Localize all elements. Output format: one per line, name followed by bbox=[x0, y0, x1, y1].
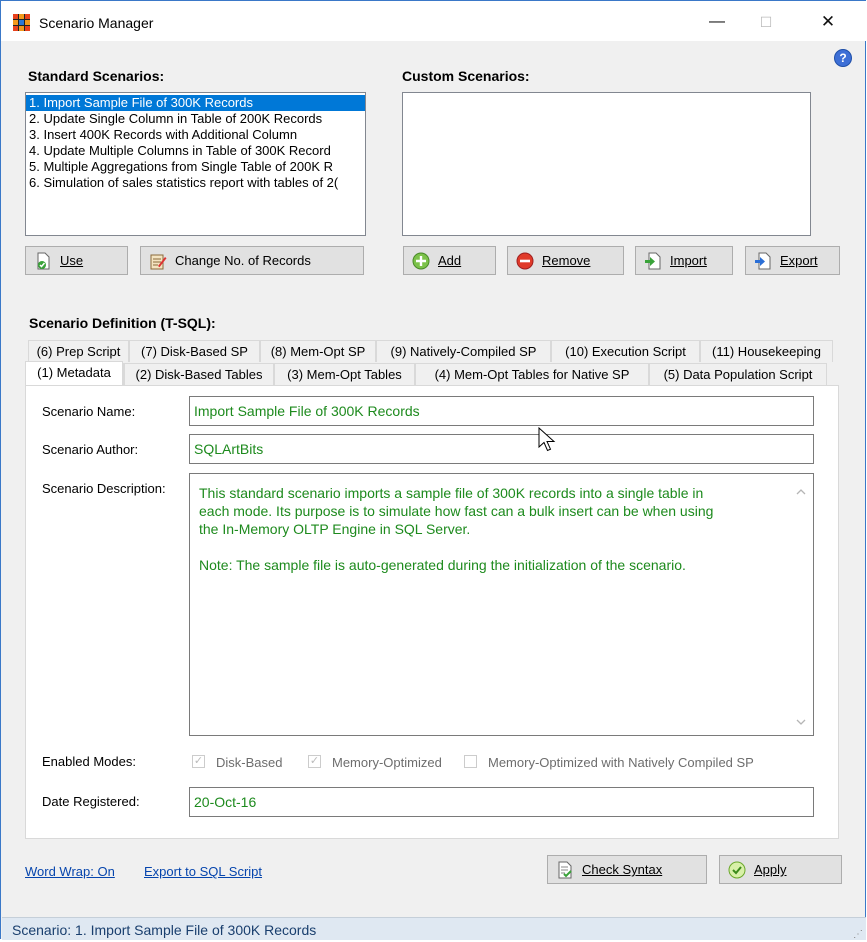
scenario-name-label: Scenario Name: bbox=[42, 404, 136, 419]
title-bar[interactable]: Scenario Manager — ☐ ✕ bbox=[1, 1, 866, 41]
maximize-icon: ☐ bbox=[759, 13, 773, 30]
apply-button[interactable]: Apply bbox=[719, 855, 842, 884]
remove-button[interactable]: Remove bbox=[507, 246, 624, 275]
tab-disk-based-tables[interactable]: (2) Disk-Based Tables bbox=[124, 363, 274, 385]
standard-scenario-item[interactable]: 1. Import Sample File of 300K Records bbox=[26, 95, 365, 111]
add-button[interactable]: Add bbox=[403, 246, 496, 275]
use-button[interactable]: Use bbox=[25, 246, 128, 275]
maximize-button[interactable]: ☐ bbox=[743, 7, 789, 37]
remove-label: Remove bbox=[542, 253, 591, 268]
scenario-manager-window: Scenario Manager — ☐ ✕ ? Standard Scenar… bbox=[0, 0, 866, 940]
tab-natively-compiled-sp[interactable]: (9) Natively-Compiled SP bbox=[376, 340, 551, 362]
tab-housekeeping[interactable]: (11) Housekeeping bbox=[700, 340, 833, 362]
apply-icon bbox=[728, 861, 746, 879]
memory-optimized-checkbox[interactable]: ✓ bbox=[308, 755, 321, 768]
description-scrollbar[interactable] bbox=[790, 479, 812, 735]
standard-scenario-item[interactable]: 2. Update Single Column in Table of 200K… bbox=[26, 111, 365, 127]
standard-scenario-item[interactable]: 5. Multiple Aggregations from Single Tab… bbox=[26, 159, 365, 175]
custom-scenarios-header: Custom Scenarios: bbox=[402, 68, 530, 84]
enabled-modes-label: Enabled Modes: bbox=[42, 754, 136, 769]
tab-row-top: (6) Prep Script (7) Disk-Based SP (8) Me… bbox=[25, 340, 839, 362]
check-syntax-icon bbox=[556, 861, 574, 879]
disk-based-checkbox[interactable]: ✓ bbox=[192, 755, 205, 768]
check-syntax-label: Check Syntax bbox=[582, 862, 663, 877]
description-line: Note: The sample file is auto-generated … bbox=[199, 557, 686, 573]
tab-mem-opt-tables[interactable]: (3) Mem-Opt Tables bbox=[274, 363, 415, 385]
description-line: each mode. Its purpose is to simulate ho… bbox=[199, 503, 714, 519]
date-registered-field[interactable]: 20-Oct-16 bbox=[189, 787, 814, 817]
window-title: Scenario Manager bbox=[39, 15, 154, 31]
custom-scenarios-list[interactable] bbox=[402, 92, 811, 236]
resize-grip-icon[interactable]: ⋰ bbox=[853, 929, 863, 940]
standard-scenarios-list[interactable]: 1. Import Sample File of 300K Records 2. … bbox=[25, 92, 366, 236]
scenario-description-label: Scenario Description: bbox=[42, 481, 166, 496]
close-icon: ✕ bbox=[820, 12, 836, 31]
export-label: Export bbox=[780, 253, 818, 268]
description-line bbox=[199, 538, 783, 556]
description-line: This standard scenario imports a sample … bbox=[199, 485, 704, 501]
definition-header: Scenario Definition (T-SQL): bbox=[29, 315, 216, 331]
check-syntax-button[interactable]: Check Syntax bbox=[547, 855, 707, 884]
disk-based-label: Disk-Based bbox=[216, 755, 283, 770]
tab-row-bottom: (2) Disk-Based Tables (3) Mem-Opt Tables… bbox=[25, 361, 839, 385]
export-icon bbox=[754, 252, 772, 270]
standard-scenario-item[interactable]: 3. Insert 400K Records with Additional C… bbox=[26, 127, 365, 143]
minimize-button[interactable]: — bbox=[694, 7, 740, 37]
scenario-author-field[interactable]: SQLArtBits bbox=[189, 434, 814, 464]
scenario-author-label: Scenario Author: bbox=[42, 442, 139, 457]
natively-compiled-label: Memory-Optimized with Natively Compiled … bbox=[488, 755, 754, 770]
change-records-label: Change No. of Records bbox=[175, 253, 311, 268]
edit-doc-icon bbox=[149, 252, 167, 270]
status-bar: Scenario: 1. Import Sample File of 300K … bbox=[2, 917, 866, 940]
import-button[interactable]: Import bbox=[635, 246, 733, 275]
app-icon bbox=[13, 14, 30, 31]
tab-mem-opt-sp[interactable]: (8) Mem-Opt SP bbox=[260, 340, 376, 362]
change-records-button[interactable]: Change No. of Records bbox=[140, 246, 364, 275]
standard-scenario-item[interactable]: 4. Update Multiple Columns in Table of 3… bbox=[26, 143, 365, 159]
close-button[interactable]: ✕ bbox=[805, 7, 851, 37]
tab-prep-script[interactable]: (6) Prep Script bbox=[28, 340, 129, 362]
date-registered-label: Date Registered: bbox=[42, 794, 140, 809]
help-icon[interactable]: ? bbox=[834, 49, 852, 67]
use-button-label: Use bbox=[60, 253, 84, 268]
tab-disk-based-sp[interactable]: (7) Disk-Based SP bbox=[129, 340, 260, 362]
apply-label: Apply bbox=[754, 862, 787, 877]
natively-compiled-checkbox[interactable] bbox=[464, 755, 477, 768]
minimize-icon: — bbox=[709, 13, 725, 30]
standard-scenario-item[interactable]: 6. Simulation of sales statistics report… bbox=[26, 175, 365, 191]
add-icon bbox=[412, 252, 430, 270]
description-line: the In-Memory OLTP Engine in SQL Server. bbox=[199, 521, 471, 537]
export-sql-link[interactable]: Export to SQL Script bbox=[144, 864, 262, 879]
use-doc-icon bbox=[34, 252, 52, 270]
remove-icon bbox=[516, 252, 534, 270]
scenario-name-field[interactable]: Import Sample File of 300K Records bbox=[189, 396, 814, 426]
import-icon bbox=[644, 252, 662, 270]
add-label: Add bbox=[438, 253, 462, 268]
tab-mem-opt-tables-native[interactable]: (4) Mem-Opt Tables for Native SP bbox=[415, 363, 649, 385]
memory-optimized-label: Memory-Optimized bbox=[332, 755, 442, 770]
tab-data-population-script[interactable]: (5) Data Population Script bbox=[649, 363, 827, 385]
word-wrap-link[interactable]: Word Wrap: On bbox=[25, 864, 115, 879]
import-label: Import bbox=[670, 253, 707, 268]
export-button[interactable]: Export bbox=[745, 246, 840, 275]
scenario-description-field[interactable]: This standard scenario imports a sample … bbox=[189, 473, 814, 736]
standard-scenarios-header: Standard Scenarios: bbox=[28, 68, 165, 84]
mouse-cursor-icon bbox=[538, 426, 558, 456]
tab-execution-script[interactable]: (10) Execution Script bbox=[551, 340, 700, 362]
tab-metadata[interactable]: (1) Metadata bbox=[25, 361, 123, 385]
